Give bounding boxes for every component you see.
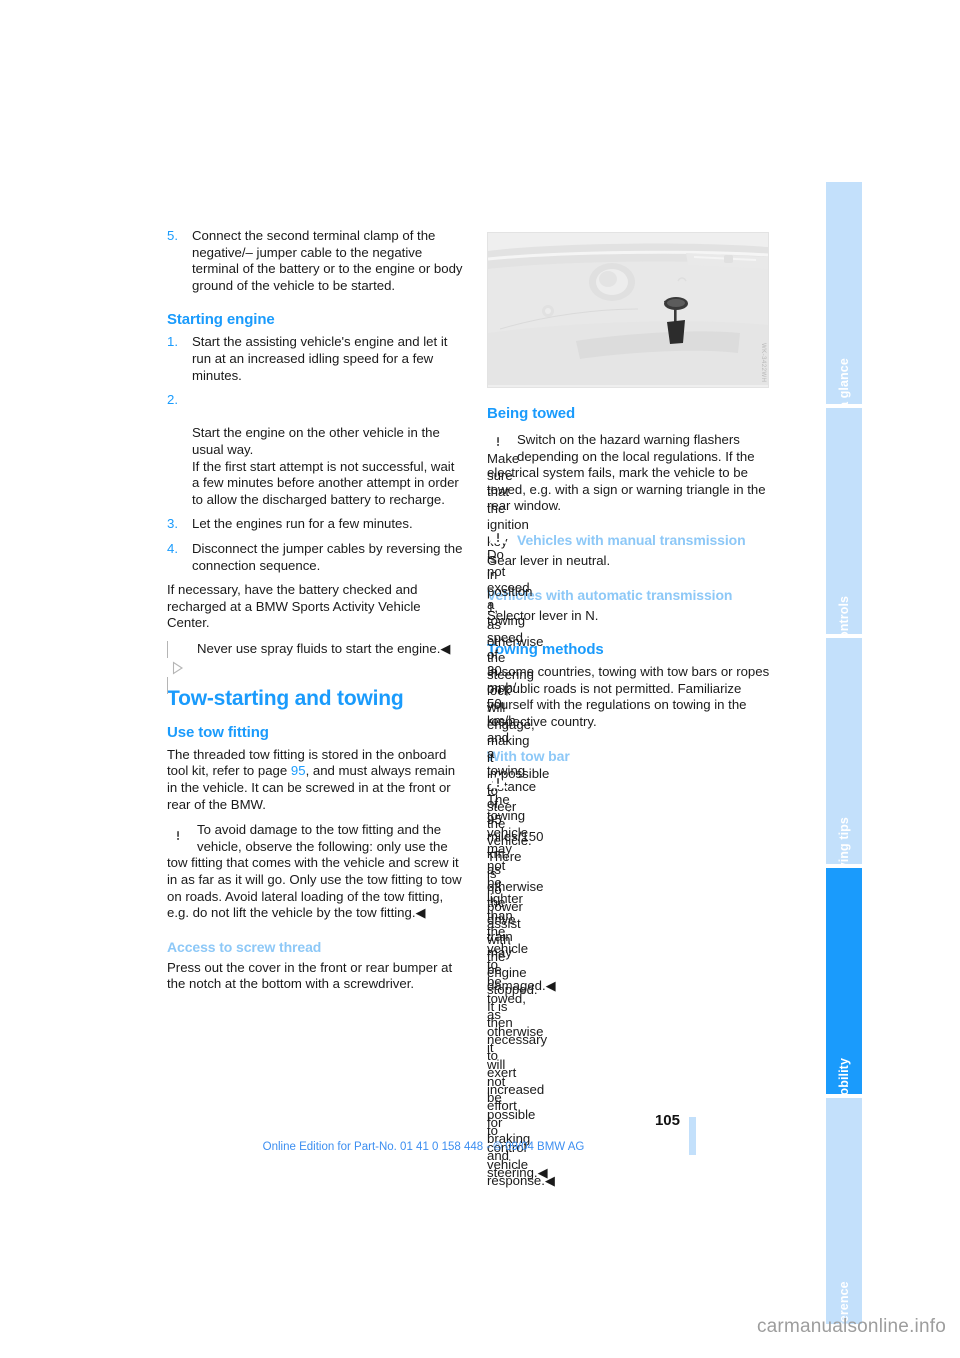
note-block-spray-fluids: Never use spray fluids to start the engi…: [167, 640, 465, 695]
heading-being-towed: Being towed: [487, 405, 576, 422]
step-number: 3.: [167, 516, 178, 532]
tab-mobility[interactable]: Mobility: [826, 868, 862, 1106]
step-number: 2.: [167, 392, 178, 408]
warning-triangle-icon: Make sure that the ignition key is in po…: [487, 429, 549, 1180]
manual-page: At a glance Controls Driving tips Mobili…: [0, 0, 960, 1358]
note-triangle-icon: [167, 640, 189, 695]
tow-fitting-paragraph: The threaded tow fitting is stored in th…: [167, 747, 465, 813]
step-number: 1.: [167, 334, 178, 350]
step-number: 4.: [167, 540, 178, 556]
section-tab-rail: At a glance Controls Driving tips Mobili…: [826, 182, 862, 1343]
footer-edition-note: Online Edition for Part-No. 01 41 0 158 …: [262, 1141, 585, 1153]
warning-block-tow-fitting: To avoid damage to the tow fitting and t…: [167, 822, 465, 922]
heading-use-tow-fitting: Use tow fitting: [167, 723, 269, 741]
list-item: 3. Let the engines run for a few minutes…: [167, 516, 465, 533]
access-screw-thread-text: Press out the cover in the front or rear…: [167, 959, 453, 992]
warning-text: The towing vehicle may not be lighter th…: [487, 791, 556, 1189]
step-text: Start the assisting vehicle's engine and…: [192, 334, 448, 383]
step-text: Disconnect the jumper cables by reversin…: [192, 540, 463, 573]
warning-triangle-icon: The towing vehicle may not be lighter th…: [487, 769, 555, 1188]
tab-driving-tips[interactable]: Driving tips: [826, 638, 862, 887]
warning-triangle-icon: Do not exceed a towing speed of 30 mph/ …: [487, 524, 556, 993]
list-item: 1. Start the assisting vehicle's engine …: [167, 334, 465, 384]
step-text: Let the engines run for a few minutes.: [192, 516, 413, 532]
note-text: Never use spray fluids to start the engi…: [197, 640, 451, 656]
bumper-screwdriver-illustration: WK-3422WH: [487, 232, 769, 388]
page-edge-marker: [689, 1117, 696, 1155]
warning-triangle-icon: [167, 823, 189, 846]
tab-reference[interactable]: Reference: [826, 1098, 862, 1343]
figure-code: WK-3422WH: [760, 343, 766, 383]
step-text: Connect the second terminal clamp of the…: [192, 228, 463, 293]
site-watermark: carmanualsonline.info: [756, 1316, 946, 1337]
list-item: 2. Start the engine on the other vehicle…: [167, 392, 465, 508]
heading-starting-engine: Starting engine: [167, 311, 275, 329]
tab-at-a-glance[interactable]: At a glance: [826, 182, 862, 426]
heading-manual-transmission: Vehicles with manual transmission: [517, 531, 746, 548]
left-text-column: 5. Connect the second terminal clamp of …: [167, 228, 465, 1002]
hazard-flashers-text: Switch on the hazard warning flashers de…: [487, 432, 766, 514]
automatic-transmission-text: Selector lever in N.: [487, 607, 599, 623]
heading-with-tow-bar: With tow bar: [487, 747, 570, 764]
heading-access-to-screw-thread: Access to screw thread: [167, 938, 322, 955]
heading-tow-starting-and-towing: Tow-starting and towing: [167, 686, 404, 710]
page-number: 105: [654, 1112, 680, 1129]
starting-engine-steps: 1. Start the assisting vehicle's engine …: [167, 334, 465, 574]
battery-recharge-note: If necessary, have the battery checked a…: [167, 582, 421, 631]
warning-text: To avoid damage to the tow fitting and t…: [167, 822, 462, 921]
list-item: 5. Connect the second terminal clamp of …: [167, 228, 465, 294]
list-item: 4. Disconnect the jumper cables by rever…: [167, 541, 465, 574]
step-text: Start the engine on the other vehicle in…: [192, 425, 459, 507]
step-number: 5.: [167, 228, 178, 243]
tab-controls[interactable]: Controls: [826, 408, 862, 648]
manual-transmission-text: Gear lever in neutral.: [487, 552, 611, 568]
page-reference-link[interactable]: 95: [291, 763, 306, 778]
right-text-column: Being towed Make sure that the ignition …: [487, 405, 785, 1188]
